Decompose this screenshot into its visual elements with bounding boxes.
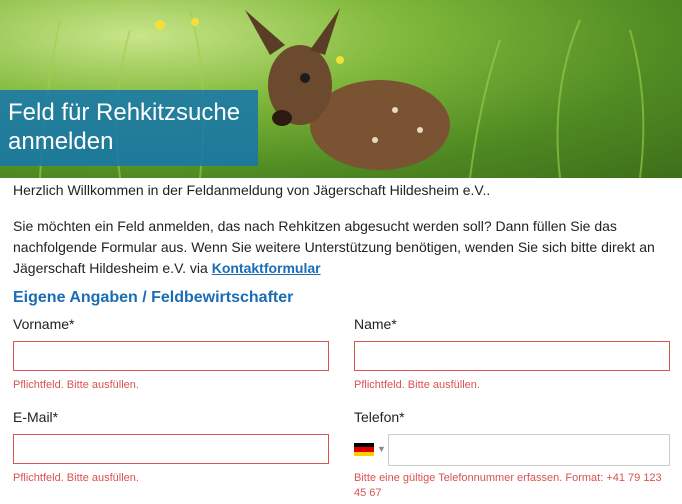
chevron-down-icon[interactable]: ▼: [377, 444, 386, 454]
vorname-label: Vorname*: [13, 316, 75, 332]
vorname-error: Pflichtfeld. Bitte ausfüllen.: [13, 379, 139, 391]
contact-form-link[interactable]: Kontaktformular: [212, 260, 321, 276]
name-input[interactable]: [354, 341, 670, 371]
intro-text: Herzlich Willkommen in der Feldanmeldung…: [13, 182, 491, 198]
telefon-error: Bitte eine gültige Telefonnummer erfasse…: [354, 472, 662, 499]
telefon-label: Telefon*: [354, 409, 405, 425]
name-label: Name*: [354, 316, 397, 332]
email-input[interactable]: [13, 434, 329, 464]
email-label: E-Mail*: [13, 409, 59, 425]
name-error: Pflichtfeld. Bitte ausfüllen.: [354, 379, 480, 391]
telefon-input[interactable]: [388, 434, 670, 466]
page-title: Feld für Rehkitzsuche anmelden: [0, 90, 258, 166]
de-flag-icon[interactable]: [354, 443, 374, 456]
description-paragraph: Sie möchten ein Feld anmelden, das nach …: [13, 216, 663, 279]
fawn: [245, 8, 450, 170]
section-title: Eigene Angaben / Feldbewirtschafter: [13, 289, 294, 306]
email-error: Pflichtfeld. Bitte ausfüllen.: [13, 472, 139, 484]
hero-banner: Feld für Rehkitzsuche anmelden: [0, 0, 682, 178]
vorname-input[interactable]: [13, 341, 329, 371]
description-text: Sie möchten ein Feld anmelden, das nach …: [13, 218, 655, 276]
